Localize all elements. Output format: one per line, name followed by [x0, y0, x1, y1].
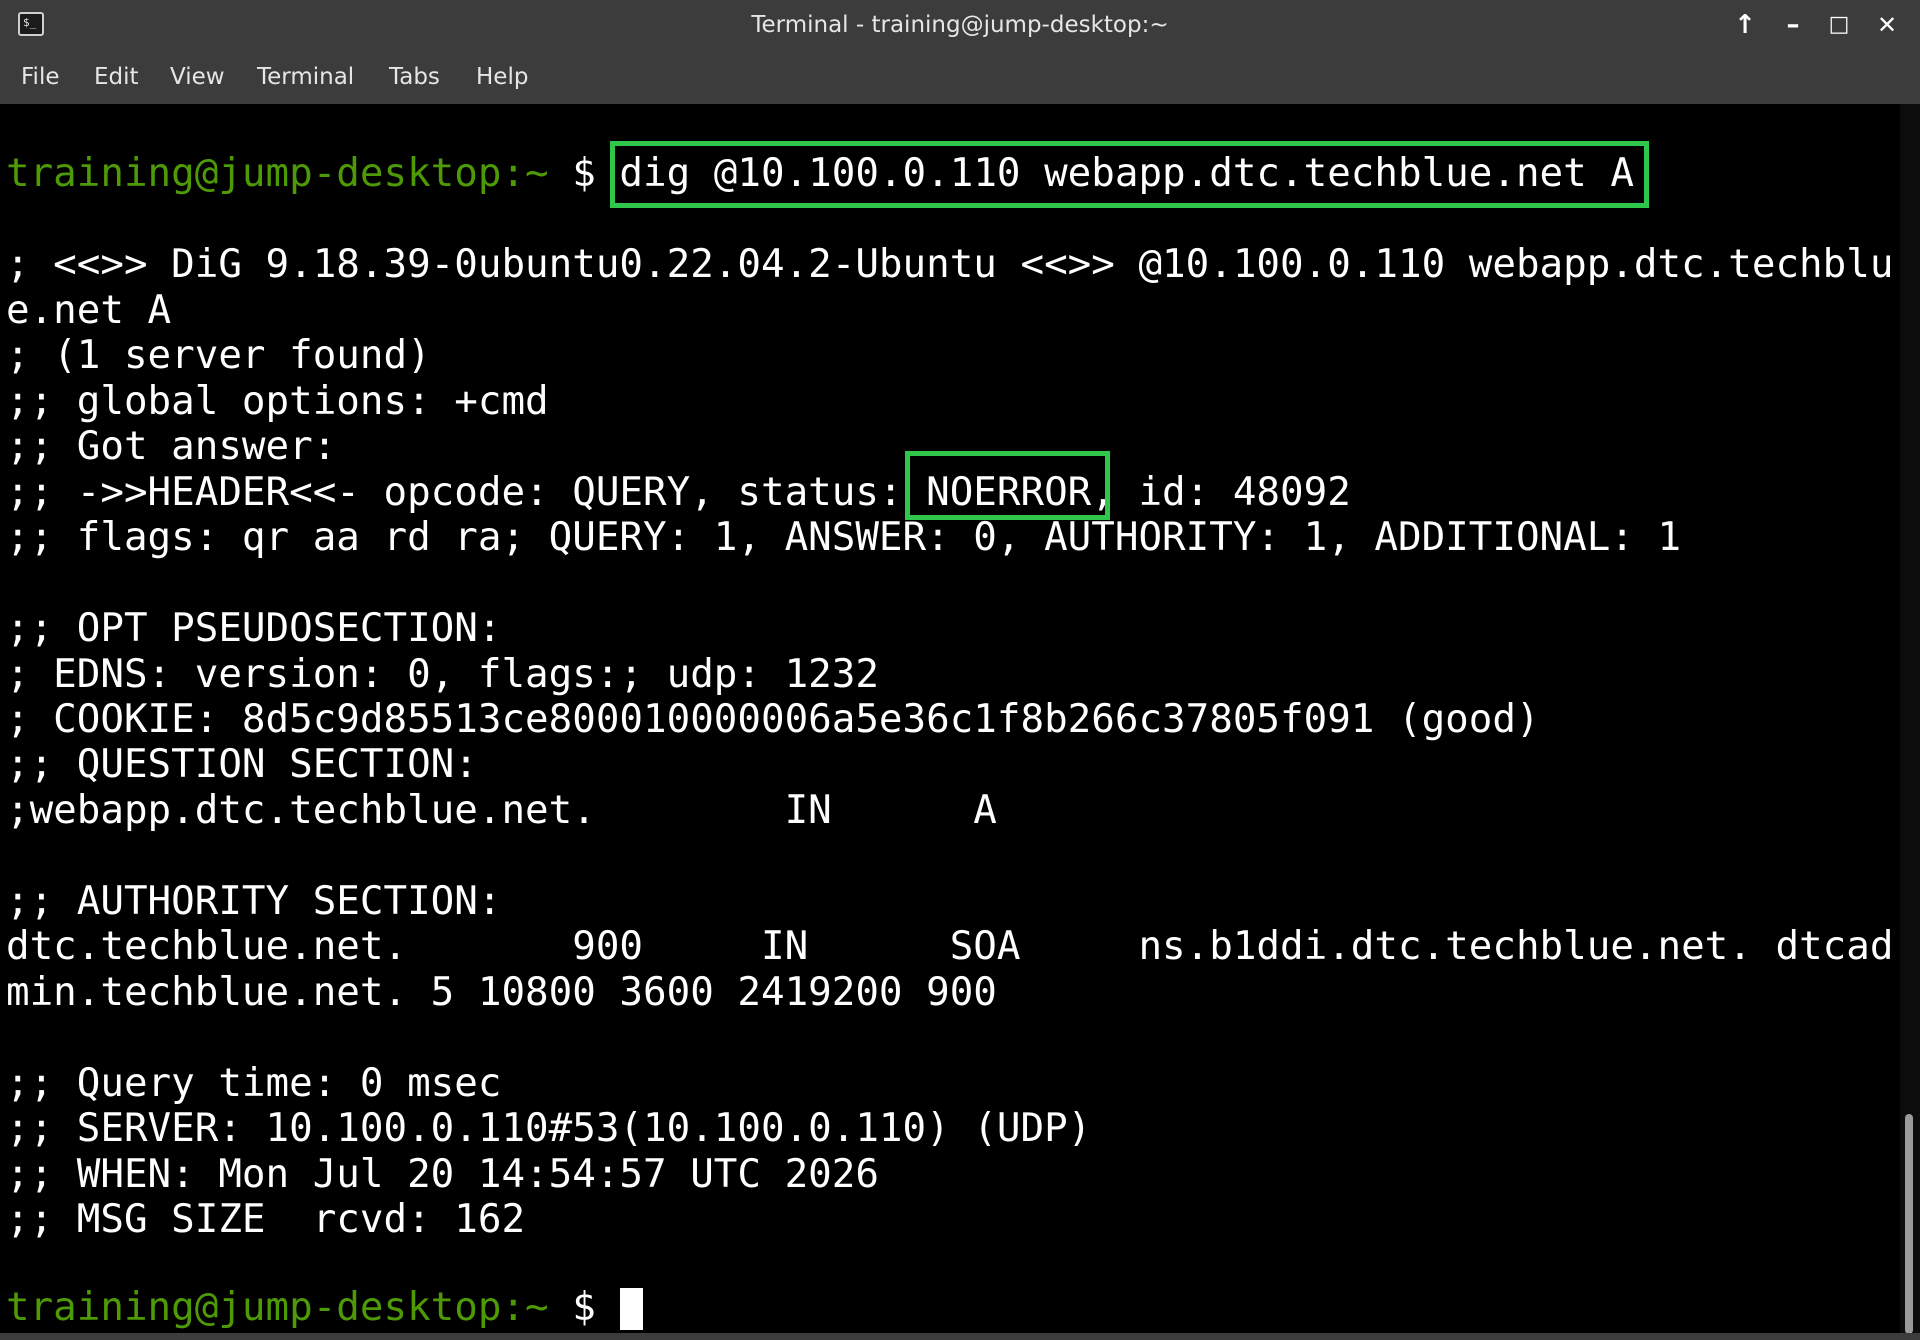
output-line: ;; OPT PSEUDOSECTION:: [6, 606, 502, 651]
menu-edit[interactable]: Edit: [94, 50, 139, 104]
terminal-window: $_ Terminal - training@jump-desktop:~ ↑ …: [0, 0, 1920, 1340]
text-cursor: [620, 1288, 643, 1330]
window-bottom-border: [0, 1333, 1920, 1340]
output-line: ;; Got answer:: [6, 424, 337, 469]
menu-terminal[interactable]: Terminal: [257, 50, 354, 104]
prompt-symbol: $: [548, 151, 620, 196]
scrollbar[interactable]: [1900, 104, 1920, 1340]
output-line: ;; Query time: 0 msec: [6, 1061, 502, 1106]
close-button[interactable]: ✕: [1870, 8, 1904, 42]
output-line: ;; global options: +cmd: [6, 379, 549, 424]
output-line: e.net A: [6, 288, 172, 333]
menu-view[interactable]: View: [170, 50, 225, 104]
terminal-output-area[interactable]: training@jump-desktop:~ $ dig @10.100.0.…: [0, 104, 1900, 1340]
output-line: min.techblue.net. 5 10800 3600 2419200 9…: [6, 970, 997, 1015]
output-line: ;; flags: qr aa rd ra; QUERY: 1, ANSWER:…: [6, 515, 1682, 560]
menu-bar: File Edit View Terminal Tabs Help: [0, 50, 1920, 105]
prompt-symbol: $: [548, 1285, 620, 1330]
window-title: Terminal - training@jump-desktop:~: [751, 12, 1169, 38]
prompt-path: :~: [501, 1285, 549, 1330]
maximize-button[interactable]: □: [1822, 8, 1856, 42]
current-prompt-line: training@jump-desktop:~ $: [6, 1285, 619, 1331]
output-line: ; (1 server found): [6, 333, 431, 378]
output-line: ; COOKIE: 8d5c9d85513ce800010000006a5e36…: [6, 697, 1540, 742]
menu-tabs[interactable]: Tabs: [389, 50, 440, 104]
output-line: ;; MSG SIZE rcvd: 162: [6, 1197, 526, 1242]
prompt-path: :~: [501, 151, 549, 196]
output-line: ;webapp.dtc.techblue.net. IN A: [6, 788, 997, 833]
output-line: ; EDNS: version: 0, flags:; udp: 1232: [6, 652, 879, 697]
output-line: ;; AUTHORITY SECTION:: [6, 879, 502, 924]
prompt-user: training@jump-desktop: [6, 151, 502, 196]
keep-above-button[interactable]: ↑: [1728, 8, 1762, 42]
status-highlight-box: [905, 451, 1110, 520]
minimize-button[interactable]: –: [1776, 8, 1810, 42]
output-line-header: ;; ->>HEADER<<- opcode: QUERY, status: N…: [6, 470, 1351, 515]
output-line: ;; SERVER: 10.100.0.110#53(10.100.0.110)…: [6, 1106, 1092, 1151]
command-highlight-box: [610, 141, 1649, 208]
title-bar[interactable]: $_ Terminal - training@jump-desktop:~ ↑ …: [0, 0, 1920, 50]
output-line: dtc.techblue.net. 900 IN SOA ns.b1ddi.dt…: [6, 924, 1894, 969]
menu-file[interactable]: File: [21, 50, 60, 104]
scrollbar-thumb[interactable]: [1905, 1114, 1913, 1334]
output-line: ;; QUESTION SECTION:: [6, 742, 478, 787]
output-line: ;; WHEN: Mon Jul 20 14:54:57 UTC 2026: [6, 1152, 879, 1197]
output-line: ; <<>> DiG 9.18.39-0ubuntu0.22.04.2-Ubun…: [6, 242, 1894, 287]
menu-help[interactable]: Help: [476, 50, 528, 104]
prompt-user: training@jump-desktop: [6, 1285, 502, 1330]
